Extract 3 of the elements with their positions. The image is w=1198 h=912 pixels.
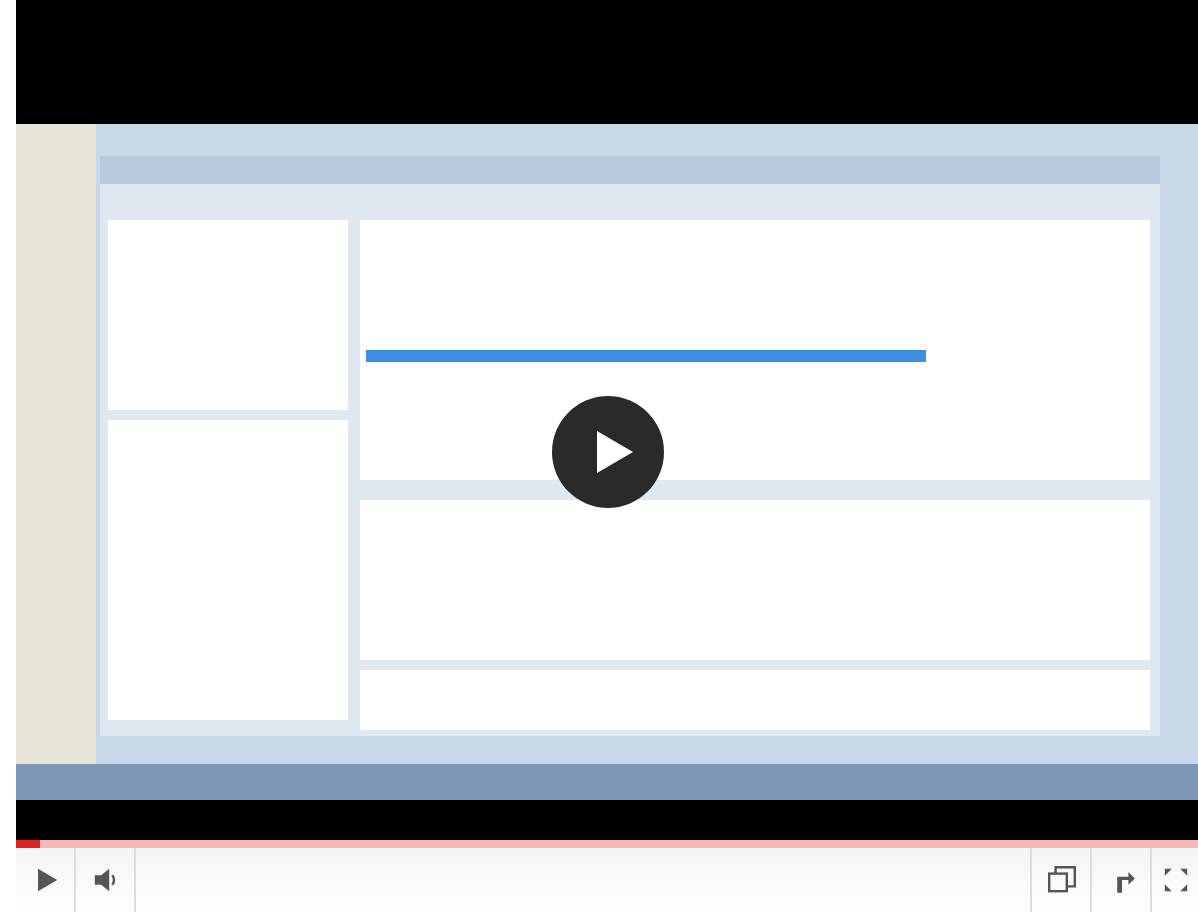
copy-icon bbox=[1045, 864, 1077, 896]
speaker-icon bbox=[89, 864, 121, 896]
fullscreen-icon bbox=[1161, 866, 1189, 894]
